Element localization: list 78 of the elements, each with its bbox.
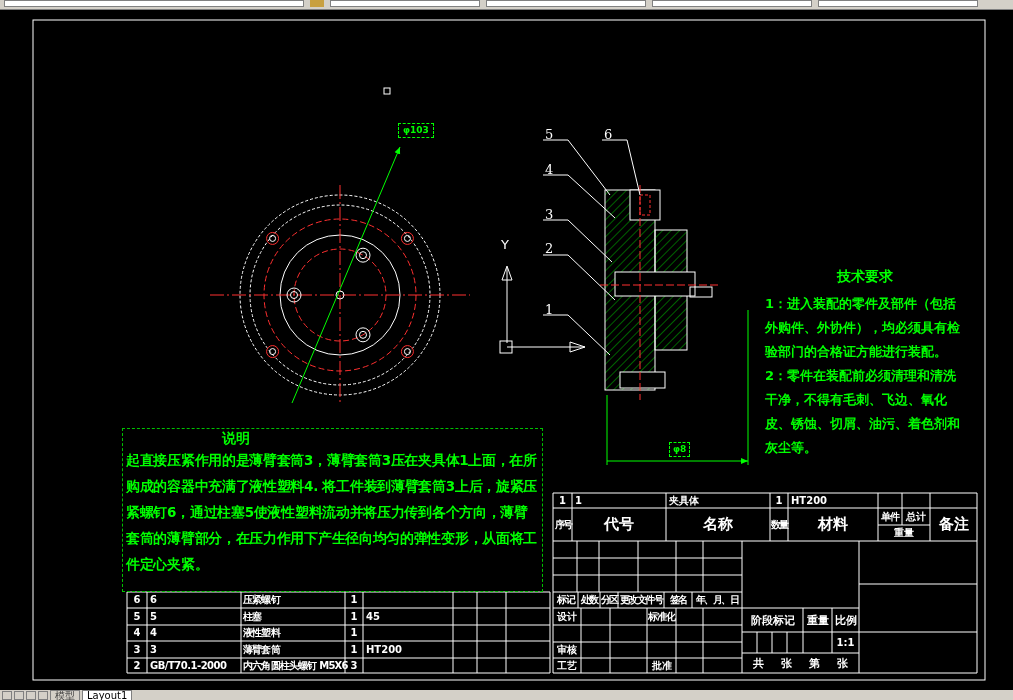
table-header: 备注 xyxy=(937,514,970,535)
table-header: 序号 xyxy=(554,517,571,532)
table-cell-text: 薄臂套筒 xyxy=(242,642,282,657)
table-header: 审核 xyxy=(556,643,578,657)
layout-tab[interactable]: 模型 xyxy=(50,690,80,700)
table-cell-text: 1 xyxy=(574,494,583,507)
table-cell-text: 液性塑料 xyxy=(242,626,282,640)
table-cell-text: 1 xyxy=(774,494,784,507)
balloon-number: 5 xyxy=(545,128,554,141)
table-header: 比例 xyxy=(833,612,858,629)
leader-line xyxy=(542,314,611,356)
table-cell-text: 4 xyxy=(132,626,142,640)
table-header: 总计 xyxy=(904,509,927,524)
table-cell-text: 柱塞 xyxy=(242,609,263,624)
table-header: 年、月、日 xyxy=(694,593,740,607)
combo-box[interactable] xyxy=(486,0,646,7)
notes-title: 说明 xyxy=(222,429,250,447)
combo-box[interactable] xyxy=(652,0,812,7)
table-header: 重量 xyxy=(805,612,830,629)
table-cell-text: GB/T70.1-2000 xyxy=(149,659,228,672)
table-header: 更改文件号 xyxy=(619,593,663,607)
sheet-count-label: 张 xyxy=(780,657,792,669)
balloon-number: 3 xyxy=(545,208,554,221)
combo-box[interactable] xyxy=(818,0,978,7)
dimension-text: φ8 xyxy=(669,442,691,457)
table-cell-text: 4 xyxy=(149,626,158,640)
requirement-text: 2：零件在装配前必须清理和清洗干净，不得有毛刺、飞边、氧化皮、锈蚀、切屑、油污、着色剂和灰尘等。 xyxy=(765,367,961,457)
table-cell-text: 1 xyxy=(349,609,359,624)
table-header: 阶段标记 xyxy=(749,612,796,629)
table-header: 设计 xyxy=(556,609,578,624)
requirements-title: 技术要求 xyxy=(837,267,893,286)
table-cell-text: 5 xyxy=(132,609,142,624)
table-header: 标准化 xyxy=(648,609,675,624)
table-cell-text: 5 xyxy=(149,609,158,624)
requirement-text: 1：进入装配的零件及部件（包括外购件、外协件），均必须具有检验部门的合格证方能进行装配。 xyxy=(765,295,961,361)
combo-box[interactable] xyxy=(4,0,304,7)
table-cell-text: 6 xyxy=(149,593,158,607)
table-cell-text: 3 xyxy=(149,642,158,657)
table-header: 名称 xyxy=(702,514,734,535)
table-cell-text: 6 xyxy=(132,593,142,607)
ucs-icon xyxy=(499,265,586,354)
table-cell-text: 1 xyxy=(349,626,359,640)
table-cell-text: HT200 xyxy=(365,642,404,657)
table-cell-text: 1 xyxy=(558,494,567,507)
sheet-count-label: 张 xyxy=(837,657,849,669)
table-cell-text: HT200 xyxy=(790,494,829,507)
axis-label: Y xyxy=(501,238,509,251)
table-header: 重量 xyxy=(893,526,915,540)
table-header: 签名 xyxy=(668,593,688,607)
table-cell-text: 3 xyxy=(349,659,359,672)
notes-paragraph: 起直接压紧作用的是薄臂套筒3，薄臂套筒3压在夹具体1上面，在所购成的容器中充满了液性塑料4. 将工件装到薄臂套筒3上后，旋紧压紧螺钉6，通过柱塞5使液性塑料流动并将压力传到各个方向，薄臂套筒的薄臂部分，在压力作用下产生径向均匀的弹性变形，从面将工件定心夹紧。 xyxy=(126,451,538,574)
table-cell-text: 2 xyxy=(132,659,142,672)
table-header: 单件 xyxy=(880,509,901,524)
balloon-number: 6 xyxy=(604,128,613,141)
table-header: 分区 xyxy=(601,593,617,607)
table-cell-text: 3 xyxy=(132,642,142,657)
table-cell-text: 45 xyxy=(365,609,381,624)
table-cell-text: 1 xyxy=(349,642,359,657)
table-header: 批准 xyxy=(650,659,673,672)
balloon-number: 1 xyxy=(545,303,554,316)
balloon-number: 2 xyxy=(545,242,554,255)
table-header: 材料 xyxy=(816,514,849,535)
sheet-count-label: 第 xyxy=(809,657,821,669)
table-header: 数量 xyxy=(771,517,787,532)
leader-line xyxy=(542,219,613,263)
table-cell-text: 压紧螺钉 xyxy=(242,593,282,607)
table-header: 标记 xyxy=(556,593,576,607)
table-header: 工艺 xyxy=(556,659,578,672)
table-cell-text: 夹具体 xyxy=(668,494,700,507)
dimension-text: φ103 xyxy=(398,123,434,138)
table-cell-text: 1 xyxy=(349,593,359,607)
balloon-number: 4 xyxy=(545,163,554,176)
table-cell-text: 1:1 xyxy=(835,635,856,650)
sheet-count-label: 共 xyxy=(752,657,764,669)
combo-box[interactable] xyxy=(330,0,480,7)
table-header: 处数 xyxy=(579,593,599,607)
table-header: 代号 xyxy=(603,514,635,535)
grip-square-icon xyxy=(383,87,391,95)
